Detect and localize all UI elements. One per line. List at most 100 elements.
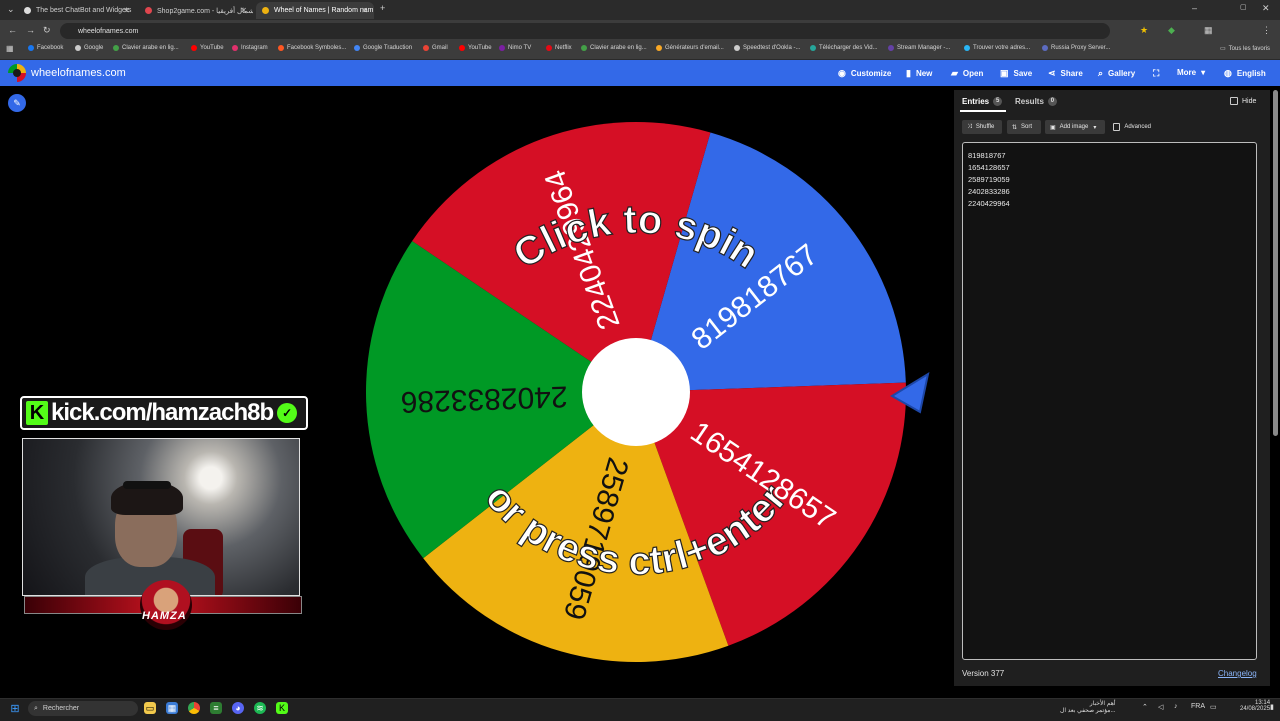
bookmark-item[interactable]: Google Traduction xyxy=(354,45,412,51)
hide-checkbox[interactable]: Hide xyxy=(1230,97,1256,105)
bookmark-item[interactable]: Facebook Symboles... xyxy=(278,45,346,51)
bookmark-item[interactable]: Trouver votre adres... xyxy=(964,45,1030,51)
bookmark-label: Nimo TV xyxy=(508,45,532,51)
page-scrollbar[interactable] xyxy=(1273,90,1278,436)
news-widget[interactable]: أهم الأخبار مؤتمر صحفي بعد ال... xyxy=(1060,700,1116,714)
bookmark-item[interactable]: Russia Proxy Server... xyxy=(1042,45,1110,51)
menu-customize[interactable]: ◉ Customize xyxy=(838,68,891,79)
speaker-icon[interactable]: ◁ xyxy=(1158,703,1163,711)
bookmark-item[interactable]: Générateurs d'email... xyxy=(656,45,724,51)
palette-icon: ◉ xyxy=(838,68,846,78)
language-indicator[interactable]: FRA xyxy=(1191,703,1205,710)
tab-search-icon[interactable]: ⌄ xyxy=(7,4,15,15)
changelog-link[interactable]: Changelog xyxy=(1218,669,1257,678)
minimize-icon[interactable]: – xyxy=(1192,3,1197,13)
search-icon: ⌕ xyxy=(34,704,38,712)
wheel-center[interactable] xyxy=(582,338,690,446)
bookmark-item[interactable]: Facebook xyxy=(28,45,63,51)
close-window-icon[interactable]: ✕ xyxy=(1262,3,1270,14)
bookmark-item[interactable]: Télécharger des Vid... xyxy=(810,45,878,51)
shuffle-label: Shuffle xyxy=(975,124,995,130)
bookmark-label: YouTube xyxy=(200,45,224,51)
entry-line: 2402833286 xyxy=(968,187,1010,196)
bookmark-favicon-icon xyxy=(656,45,662,51)
all-bookmarks[interactable]: ▭ Tous les favoris xyxy=(1220,45,1271,53)
tab-results[interactable]: Results 0 xyxy=(1015,97,1057,106)
menu-open[interactable]: ▰ Open xyxy=(951,68,983,79)
close-tab-icon[interactable]: ✕ xyxy=(240,6,247,15)
new-tab-button[interactable]: + xyxy=(380,3,385,13)
network-icon[interactable]: ▭ xyxy=(1210,703,1217,711)
kick-logo-icon: K xyxy=(26,401,48,425)
menu-more[interactable]: More ▾ xyxy=(1177,68,1205,77)
all-bookmarks-label: Tous les favoris xyxy=(1228,45,1271,52)
browser-menu-icon[interactable]: ⋮ xyxy=(1262,25,1271,36)
webcam-feed xyxy=(22,438,300,596)
bookmark-item[interactable]: YouTube xyxy=(459,45,492,51)
menu-label: More xyxy=(1177,68,1197,77)
wheel[interactable]: 8198187671654128657258971905924028332862… xyxy=(360,116,940,668)
extension-icon[interactable]: ◆ xyxy=(1168,25,1175,36)
extensions-puzzle-icon[interactable]: ▦ xyxy=(1204,25,1213,36)
menu-save[interactable]: ▣ Save xyxy=(1000,68,1032,79)
notifications-icon[interactable]: ▮ xyxy=(1270,703,1274,711)
clock[interactable]: 13:14 24/08/2025 xyxy=(1240,700,1270,712)
windows-start-icon[interactable]: ⊞ xyxy=(9,702,21,715)
advanced-checkbox[interactable]: Advanced xyxy=(1108,120,1156,134)
menu-english[interactable]: ◍ English xyxy=(1224,68,1266,79)
menu-new[interactable]: ▮ New xyxy=(906,68,932,79)
active-tab-indicator xyxy=(960,110,1006,112)
apps-grid-icon[interactable]: ▦ xyxy=(6,44,14,53)
sort-button[interactable]: ⇅ Sort xyxy=(1007,120,1041,134)
bookmark-item[interactable]: Nimo TV xyxy=(499,45,531,51)
menu-fullscreen[interactable]: ⛶ xyxy=(1153,68,1164,79)
folder-icon: ▰ xyxy=(951,68,958,78)
results-count-badge: 0 xyxy=(1047,97,1057,106)
spotify-icon[interactable]: ≋ xyxy=(254,702,266,714)
menu-gallery[interactable]: ⌕ Gallery xyxy=(1098,68,1135,79)
browser-tab[interactable]: Shop2game.com - شمال أفريقيا ✕ xyxy=(139,2,253,19)
bookmark-item[interactable]: Google xyxy=(75,45,103,51)
entries-textarea[interactable]: 819818767 1654128657 2589719059 2402833286 2… xyxy=(962,142,1257,660)
stack-app-icon[interactable]: ≡ xyxy=(210,702,222,714)
forward-icon[interactable]: → xyxy=(26,25,35,35)
bookmark-label: Clavier arabe en lig... xyxy=(122,45,179,51)
chrome-icon[interactable] xyxy=(188,702,200,714)
bookmark-item[interactable]: Clavier arabe en lig... xyxy=(113,45,179,51)
bookmark-item[interactable]: Gmail xyxy=(423,45,448,51)
kick-banner: K kick.com/hamzach8b ✓ xyxy=(20,396,308,430)
wheel-logo-icon[interactable] xyxy=(8,64,26,82)
app-icon[interactable]: ▦ xyxy=(166,702,178,714)
browser-tab-title: Shop2game.com - شمال أفريقيا xyxy=(157,7,253,15)
bookmark-item[interactable]: Clavier arabe en lig... xyxy=(581,45,647,51)
discord-icon[interactable]: ◕ xyxy=(232,702,244,714)
microphone-icon[interactable]: ♪ xyxy=(1174,703,1178,710)
bookmark-star-icon[interactable]: ★ xyxy=(1140,25,1148,36)
edit-pencil-icon[interactable]: ✎ xyxy=(8,94,26,112)
file-explorer-icon[interactable]: ▭ xyxy=(144,702,156,714)
browser-tab[interactable]: Wheel of Names | Random nam ✕ xyxy=(256,2,374,19)
reload-icon[interactable]: ↻ xyxy=(43,25,51,36)
menu-label: Open xyxy=(962,69,984,78)
add-image-button[interactable]: ▣ Add image ▾ xyxy=(1045,120,1105,134)
menu-share[interactable]: ⋖ Share xyxy=(1048,68,1083,79)
site-name[interactable]: wheelofnames.com xyxy=(31,67,126,79)
close-tab-icon[interactable]: ✕ xyxy=(123,6,130,15)
tab-entries[interactable]: Entries 5 xyxy=(962,97,1003,106)
browser-tab[interactable]: The best ChatBot and Widgets ✕ xyxy=(18,2,136,19)
bookmark-item[interactable]: Netflix xyxy=(546,45,572,51)
close-tab-icon[interactable]: ✕ xyxy=(361,6,368,15)
tray-chevron-icon[interactable]: ⌃ xyxy=(1142,703,1148,711)
maximize-icon[interactable]: ▢ xyxy=(1240,3,1247,11)
kick-app-icon[interactable]: K xyxy=(276,702,288,714)
back-icon[interactable]: ← xyxy=(8,25,17,35)
add-image-label: Add image xyxy=(1059,124,1089,130)
taskbar-search[interactable]: ⌕ Rechercher xyxy=(28,701,138,716)
bookmark-item[interactable]: Instagram xyxy=(232,45,268,51)
address-bar[interactable]: wheelofnames.com xyxy=(60,23,1110,39)
bookmark-item[interactable]: Stream Manager -... xyxy=(888,45,950,51)
bookmark-item[interactable]: YouTube xyxy=(191,45,224,51)
shuffle-button[interactable]: ⤨ Shuffle xyxy=(962,120,1002,134)
bookmark-item[interactable]: Speedtest d'Ookla -... xyxy=(734,45,801,51)
checkbox-icon xyxy=(1113,123,1121,131)
